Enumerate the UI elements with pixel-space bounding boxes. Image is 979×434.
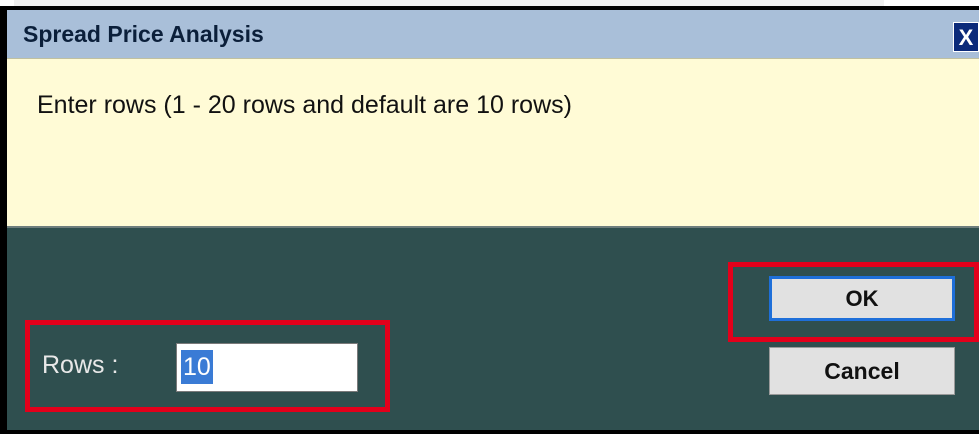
cancel-button[interactable]: Cancel (769, 347, 955, 395)
instruction-text: Enter rows (1 - 20 rows and default are … (37, 91, 572, 119)
rows-input-highlight (25, 320, 390, 412)
close-button[interactable]: X (953, 22, 979, 52)
title-bar: Spread Price Analysis X (7, 10, 979, 58)
dialog-title: Spread Price Analysis (23, 21, 264, 47)
message-area: Enter rows (1 - 20 rows and default are … (7, 58, 979, 226)
screenshot-frame: Spread Price Analysis X Enter rows (1 - … (0, 0, 979, 434)
ok-button-highlight (728, 262, 979, 342)
